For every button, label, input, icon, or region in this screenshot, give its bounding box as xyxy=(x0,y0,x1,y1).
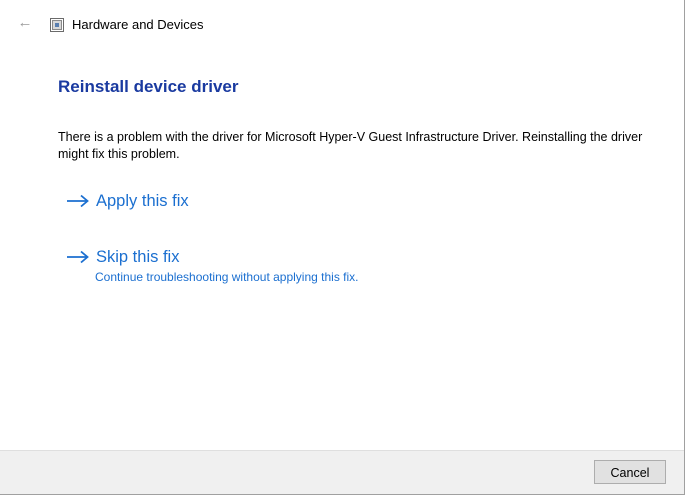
problem-description: There is a problem with the driver for M… xyxy=(58,130,643,161)
apply-fix-label[interactable]: Apply this fix xyxy=(96,192,189,211)
skip-fix-sublabel[interactable]: Continue troubleshooting without applyin… xyxy=(95,270,359,284)
footer-bar: Cancel xyxy=(0,450,684,494)
arrow-right-icon xyxy=(67,194,89,208)
title-bar: ← Hardware and Devices xyxy=(0,0,684,44)
apply-fix-option[interactable]: Apply this fix xyxy=(66,190,189,212)
arrow-right-icon xyxy=(67,250,89,264)
main-content: Reinstall device driver There is a probl… xyxy=(58,76,668,161)
back-arrow-icon[interactable]: ← xyxy=(16,14,34,32)
window-title: Hardware and Devices xyxy=(72,17,204,32)
skip-fix-option[interactable]: Skip this fix Continue troubleshooting w… xyxy=(66,246,359,284)
skip-fix-label[interactable]: Skip this fix xyxy=(96,248,179,267)
cancel-button[interactable]: Cancel xyxy=(594,460,666,484)
troubleshooter-window: ← Hardware and Devices Reinstall device … xyxy=(0,0,685,495)
page-heading: Reinstall device driver xyxy=(58,77,239,96)
troubleshooter-icon xyxy=(50,18,64,32)
